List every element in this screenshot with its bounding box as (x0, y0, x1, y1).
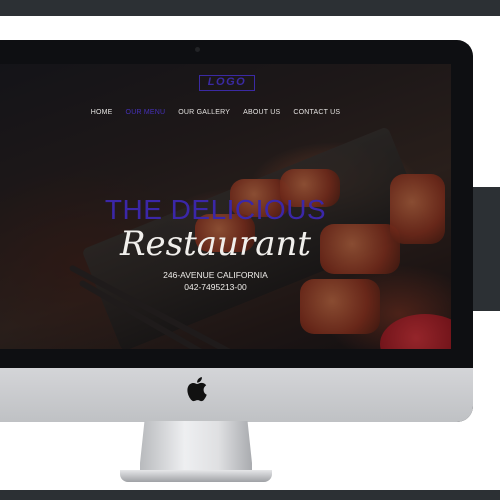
nav-our-gallery[interactable]: OUR GALLERY (178, 109, 230, 116)
hero-address: 246-AVENUE CALIFORNIA (163, 270, 268, 280)
bottom-bar (0, 490, 500, 500)
nav-our-menu[interactable]: OUR MENU (126, 109, 166, 116)
nav-home[interactable]: HOME (91, 109, 113, 116)
website-screen: LOGO HOME OUR MENU OUR GALLERY ABOUT US … (0, 64, 451, 349)
side-panel (472, 187, 500, 311)
nav-contact-us[interactable]: CONTACT US (293, 109, 340, 116)
top-bar (0, 0, 500, 16)
hero-phone: 042-7495213-00 (184, 282, 247, 292)
hero-subtitle: Restaurant (119, 224, 312, 264)
camera-icon (195, 47, 200, 52)
site-logo[interactable]: LOGO (199, 75, 255, 91)
hero-title: THE DELICIOUS (104, 194, 327, 225)
site-nav: HOME OUR MENU OUR GALLERY ABOUT US CONTA… (0, 109, 451, 116)
apple-logo-icon (187, 377, 207, 402)
monitor-chin (0, 368, 473, 422)
monitor-stand-foot (120, 470, 272, 482)
nav-about-us[interactable]: ABOUT US (243, 109, 280, 116)
